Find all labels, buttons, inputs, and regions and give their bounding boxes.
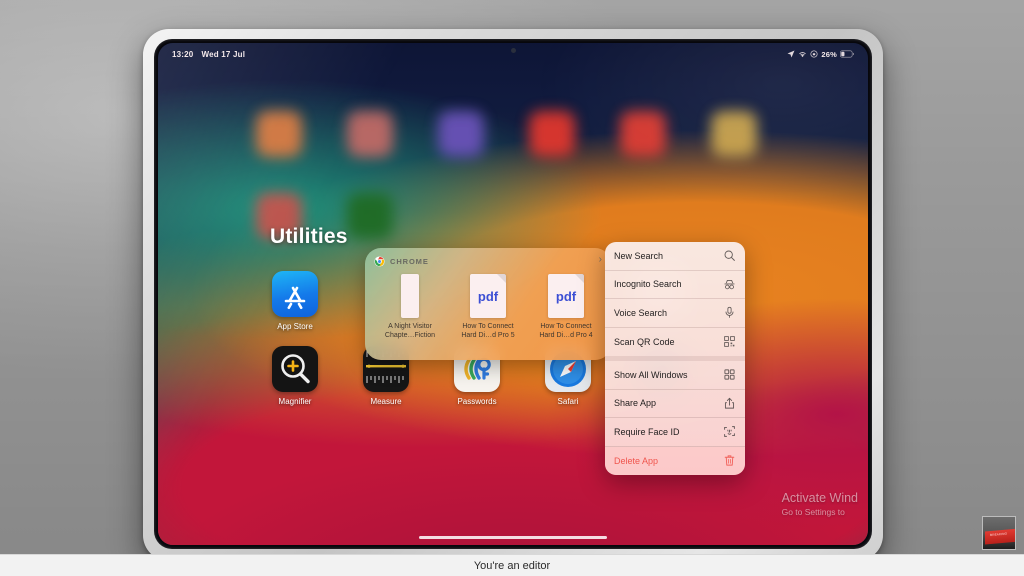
widget-item-title-line1: How To Connect (540, 323, 592, 330)
caption-text: You're an editor (473, 559, 551, 572)
battery-icon (840, 50, 854, 58)
app-label: Magnifier (278, 397, 312, 406)
home-indicator[interactable] (419, 536, 607, 539)
tablet-device: 13:20 Wed 17 Jul 26% Utilities App Store… (143, 29, 883, 561)
menu-item-voice-search[interactable]: Voice Search (605, 299, 745, 328)
windows-grid-icon (724, 369, 735, 380)
pdf-badge: pdf (477, 288, 499, 304)
context-menu-group-secondary: Show All Windows Share App Require Face … (605, 361, 745, 475)
watermark-line-2: Go to Settings to (781, 507, 845, 517)
pdf-badge: pdf (555, 288, 577, 304)
magnifier-icon (272, 346, 318, 392)
app-label: Measure (370, 397, 402, 406)
status-time: 13:20 (172, 49, 194, 59)
open-folder-layer: Utilities App Store Magnifier Measure Pa… (158, 43, 868, 545)
tablet-bezel: 13:20 Wed 17 Jul 26% Utilities App Store… (154, 39, 872, 549)
corner-thumb-caption: BREAKING (990, 531, 1008, 538)
menu-item-label: Scan QR Code (614, 336, 675, 347)
pdf-icon: pdf (548, 274, 584, 318)
widget-title: CHROME (390, 257, 429, 266)
menu-item-new-search[interactable]: New Search (605, 242, 745, 271)
menu-item-incognito-search[interactable]: Incognito Search (605, 271, 745, 299)
chrome-logo-icon (374, 256, 385, 267)
menu-item-show-all-windows[interactable]: Show All Windows (605, 361, 745, 390)
menu-item-label: Delete App (614, 455, 659, 466)
menu-item-label: Require Face ID (614, 426, 680, 437)
menu-item-label: Voice Search (614, 307, 668, 318)
app-label: Passwords (457, 397, 497, 406)
chevron-right-icon[interactable]: › (599, 255, 602, 265)
caption-bar: You're an editor (0, 554, 1024, 576)
app-label: App Store (277, 322, 313, 331)
front-camera (510, 48, 516, 53)
corner-video-thumbnail[interactable]: BREAKING (982, 516, 1016, 550)
context-menu[interactable]: New Search Incognito Search Voice Search… (605, 242, 745, 475)
menu-item-scan-qr-code[interactable]: Scan QR Code (605, 328, 745, 357)
menu-item-label: New Search (614, 250, 664, 261)
watermark-line-1: Activate Wind (781, 491, 858, 505)
pdf-icon: pdf (470, 274, 506, 318)
lock-rotation-icon (810, 50, 818, 58)
face-id-icon (724, 426, 735, 438)
widget-header: CHROME › (365, 248, 611, 267)
widget-item[interactable]: pdf How To Connect Hard Di…d Pro 5 (452, 274, 524, 340)
location-arrow-icon (787, 50, 795, 58)
widget-item-title-line2: Chapte…Fiction (384, 332, 436, 340)
windows-activation-watermark: Activate Wind Go to Settings to (782, 491, 858, 517)
widget-item-title-line1: How To Connect (462, 323, 514, 330)
chrome-widget[interactable]: CHROME › A Night Visitor Chapte…Fiction (365, 248, 611, 360)
menu-item-delete-app[interactable]: Delete App (605, 446, 745, 475)
folder-title: Utilities (270, 225, 348, 248)
wifi-icon (799, 52, 807, 58)
widget-item-title-line2: Hard Di…d Pro 4 (539, 332, 593, 340)
battery-percent: 26% (821, 49, 837, 59)
widget-item[interactable]: A Night Visitor Chapte…Fiction (374, 274, 446, 340)
trash-icon (724, 455, 735, 466)
menu-item-require-face-id[interactable]: Require Face ID (605, 418, 745, 447)
search-icon (724, 250, 735, 262)
share-icon (724, 397, 735, 409)
app-label: Safari (557, 397, 579, 406)
status-bar-left: 13:20 Wed 17 Jul (172, 50, 245, 59)
menu-item-label: Show All Windows (614, 369, 688, 380)
status-bar: 13:20 Wed 17 Jul 26% (158, 43, 868, 65)
status-bar-right: 26% (787, 50, 854, 59)
menu-item-label: Incognito Search (614, 279, 682, 290)
qr-code-icon (724, 336, 735, 348)
widget-item-title-line1: A Night Visitor (388, 323, 432, 330)
status-date: Wed 17 Jul (201, 49, 246, 59)
menu-item-label: Share App (614, 398, 657, 409)
widget-item-list: A Night Visitor Chapte…Fiction pdf How T… (365, 267, 611, 340)
menu-item-share-app[interactable]: Share App (605, 390, 745, 418)
widget-item-title-line2: Hard Di…d Pro 5 (461, 332, 515, 340)
microphone-icon (725, 307, 734, 319)
incognito-icon (724, 279, 735, 289)
page-thumbnail (401, 274, 419, 318)
app-icon-app-store[interactable]: App Store (264, 271, 326, 331)
app-store-icon (272, 271, 318, 317)
app-icon-magnifier[interactable]: Magnifier (264, 346, 326, 406)
context-menu-group-primary: New Search Incognito Search Voice Search… (605, 242, 745, 356)
widget-item[interactable]: pdf How To Connect Hard Di…d Pro 4 (530, 274, 602, 340)
tablet-screen[interactable]: 13:20 Wed 17 Jul 26% Utilities App Store… (158, 43, 868, 545)
